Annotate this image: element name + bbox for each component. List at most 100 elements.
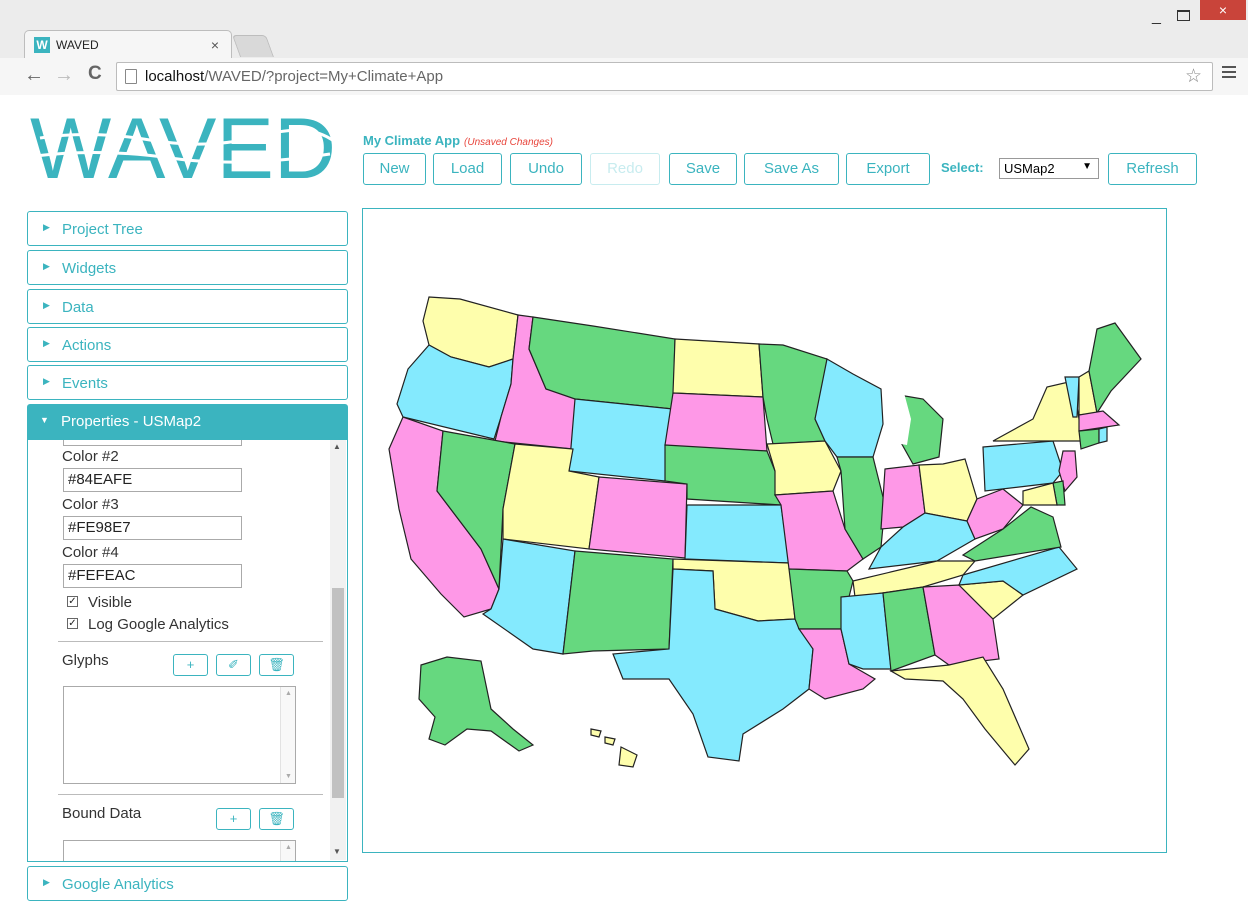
- glyphs-list-scrollbar[interactable]: ▲ ▼: [280, 687, 295, 783]
- accordion-label: Events: [62, 375, 108, 392]
- bookmark-star-icon[interactable]: ☆: [1185, 65, 1202, 88]
- accordion-label: Project Tree: [62, 221, 143, 238]
- project-name: My Climate App (Unsaved Changes): [363, 133, 553, 148]
- state-RI[interactable]: [1098, 426, 1108, 444]
- properties-panel: Color #2 #84EAFE Color #3 #FE98E7 Color …: [27, 440, 348, 862]
- caret-right-icon: ▶: [43, 877, 50, 887]
- caret-right-icon: ▶: [43, 261, 50, 271]
- color-1-field[interactable]: [63, 440, 242, 446]
- redo-button[interactable]: Redo: [590, 153, 660, 185]
- state-MA[interactable]: [1078, 410, 1121, 432]
- dropdown-arrow-icon: ▼: [1082, 161, 1092, 172]
- log-analytics-checkbox[interactable]: ✓: [67, 618, 78, 629]
- browser-tab[interactable]: W WAVED ×: [24, 30, 232, 59]
- properties-scrollbar[interactable]: ▲ ▼: [330, 440, 346, 860]
- new-button[interactable]: New: [363, 153, 426, 185]
- window-close-icon[interactable]: ×: [1200, 0, 1246, 20]
- bound-data-list-scrollbar[interactable]: ▲: [280, 841, 295, 861]
- back-icon[interactable]: ←: [24, 64, 44, 87]
- unsaved-changes-label: (Unsaved Changes): [464, 137, 553, 148]
- divider: [58, 794, 323, 795]
- state-ME[interactable]: [1088, 322, 1142, 415]
- refresh-button[interactable]: Refresh: [1108, 153, 1197, 185]
- url-text[interactable]: localhost/WAVED/?project=My+Climate+App: [145, 68, 443, 85]
- color-3-field[interactable]: #FE98E7: [63, 516, 242, 540]
- state-NM[interactable]: [562, 550, 674, 655]
- state-MS[interactable]: [840, 592, 892, 670]
- caret-right-icon: ▶: [43, 300, 50, 310]
- accordion-actions[interactable]: ▶ Actions: [27, 327, 348, 362]
- project-title: My Climate App: [363, 133, 461, 148]
- divider: [58, 641, 323, 642]
- page-icon: [125, 69, 137, 84]
- state-SD[interactable]: [664, 392, 768, 452]
- visible-checkbox[interactable]: ✓: [67, 596, 78, 607]
- state-HI[interactable]: [590, 728, 638, 768]
- menu-icon[interactable]: [1222, 66, 1236, 81]
- caret-right-icon: ▶: [43, 222, 50, 232]
- add-bound-data-button[interactable]: +: [216, 808, 251, 830]
- glyphs-label: Glyphs: [62, 652, 109, 669]
- edit-glyph-button[interactable]: ✐: [216, 654, 251, 676]
- url-host: localhost: [145, 68, 205, 85]
- accordion-widgets[interactable]: ▶ Widgets: [27, 250, 348, 285]
- window-minimize-icon[interactable]: _: [1152, 8, 1161, 26]
- reload-icon[interactable]: C: [88, 63, 102, 85]
- state-IA[interactable]: [766, 440, 842, 496]
- accordion-google-analytics[interactable]: ▶ Google Analytics: [27, 866, 348, 901]
- save-button[interactable]: Save: [669, 153, 737, 185]
- accordion-events[interactable]: ▶ Events: [27, 365, 348, 400]
- delete-glyph-button[interactable]: 🗑: [259, 654, 294, 676]
- url-path: /WAVED/?project=My+Climate+App: [204, 68, 444, 85]
- state-ND[interactable]: [672, 338, 764, 398]
- state-CO[interactable]: [588, 476, 688, 559]
- accordion-label: Widgets: [62, 260, 117, 277]
- caret-right-icon: ▶: [43, 338, 50, 348]
- browser-chrome: W WAVED × _ × ← → C localhost/WAVED/?pro…: [0, 0, 1248, 95]
- tab-title: WAVED: [56, 38, 99, 52]
- tab-close-icon[interactable]: ×: [211, 37, 219, 53]
- accordion-label: Actions: [62, 337, 112, 354]
- state-FL[interactable]: [889, 656, 1030, 766]
- select-label: Select:: [941, 160, 984, 175]
- color-4-field[interactable]: #FEFEAC: [63, 564, 242, 588]
- log-analytics-label: Log Google Analytics: [88, 616, 229, 633]
- undo-button[interactable]: Undo: [510, 153, 582, 185]
- state-AK[interactable]: [418, 656, 535, 752]
- address-bar[interactable]: localhost/WAVED/?project=My+Climate+App …: [116, 62, 1213, 91]
- accordion-label: Properties - USMap2: [61, 413, 202, 430]
- accordion-data[interactable]: ▶ Data: [27, 289, 348, 324]
- logo-text: WAVED: [30, 108, 336, 188]
- forward-icon[interactable]: →: [54, 64, 74, 87]
- widget-select-value: USMap2: [1004, 161, 1055, 176]
- scroll-down-icon[interactable]: ▼: [333, 847, 341, 856]
- accordion-project-tree[interactable]: ▶ Project Tree: [27, 211, 348, 246]
- accordion-label: Data: [62, 299, 94, 316]
- delete-bound-data-button[interactable]: 🗑: [259, 808, 294, 830]
- state-OH[interactable]: [918, 458, 978, 522]
- state-WY[interactable]: [568, 398, 674, 482]
- glyphs-list[interactable]: ▲ ▼: [63, 686, 296, 784]
- color-3-label: Color #3: [62, 496, 119, 513]
- scrollbar-thumb[interactable]: [332, 588, 344, 798]
- color-4-label: Color #4: [62, 544, 119, 561]
- state-KS[interactable]: [684, 504, 790, 564]
- new-tab-button[interactable]: [231, 35, 275, 57]
- caret-down-icon: ▼: [40, 415, 49, 425]
- scroll-up-icon[interactable]: ▲: [333, 442, 341, 451]
- save-as-button[interactable]: Save As: [744, 153, 839, 185]
- us-map[interactable]: [363, 209, 1168, 854]
- widget-select[interactable]: USMap2 ▼: [999, 158, 1099, 179]
- bound-data-label: Bound Data: [62, 805, 142, 822]
- add-glyph-button[interactable]: +: [173, 654, 208, 676]
- load-button[interactable]: Load: [433, 153, 502, 185]
- state-MN[interactable]: [758, 343, 828, 445]
- state-CT[interactable]: [1078, 428, 1100, 450]
- bound-data-list[interactable]: ▲: [63, 840, 296, 861]
- waved-favicon-icon: W: [34, 37, 50, 53]
- accordion-properties[interactable]: ▼ Properties - USMap2: [27, 404, 348, 440]
- color-2-field[interactable]: #84EAFE: [63, 468, 242, 492]
- usmap-widget[interactable]: [362, 208, 1167, 853]
- window-maximize-icon[interactable]: [1177, 10, 1190, 21]
- export-button[interactable]: Export: [846, 153, 930, 185]
